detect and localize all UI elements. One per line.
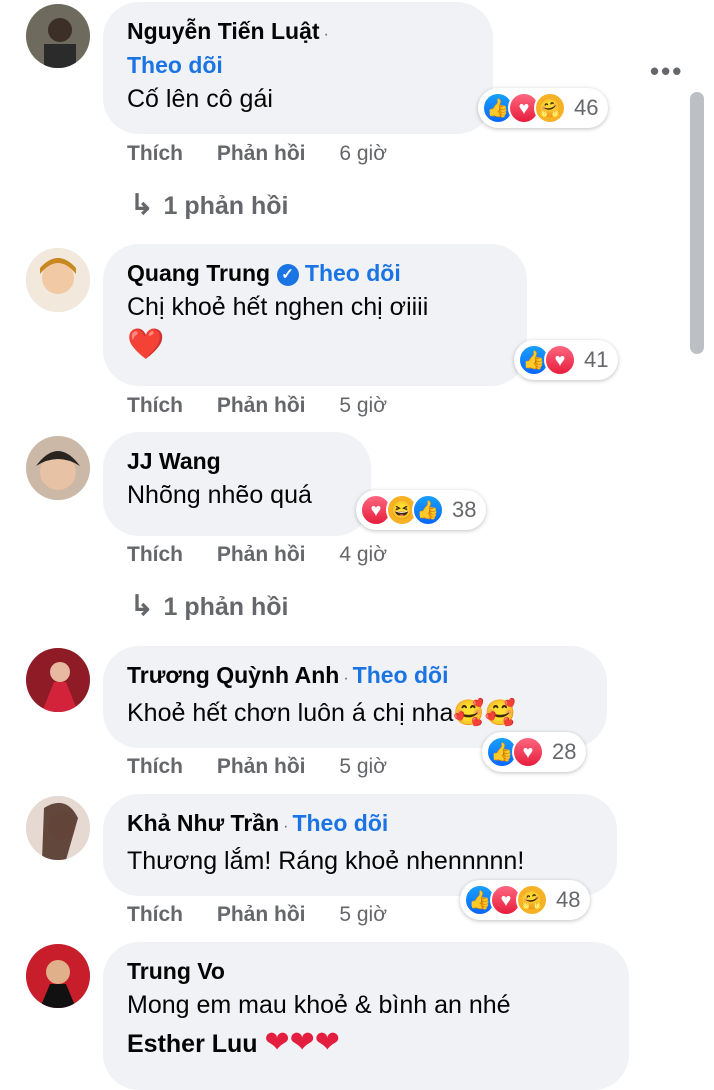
comment-text: Cố lên cô gái <box>127 85 273 113</box>
timestamp[interactable]: 4 giờ <box>339 543 387 566</box>
reply-arrow-icon: ↳ <box>130 189 154 220</box>
author-name[interactable]: Trung Vo <box>127 958 225 984</box>
heart-emojis: ❤❤❤ <box>264 1026 340 1059</box>
separator-dot: · <box>283 818 289 835</box>
timestamp[interactable]: 5 giờ <box>339 755 387 778</box>
follow-link[interactable]: Theo dõi <box>127 52 223 78</box>
timestamp[interactable]: 6 giờ <box>339 142 387 165</box>
comment-actions: Thích Phản hồi 5 giờ <box>127 755 415 779</box>
like-icon: 👍 <box>412 494 444 526</box>
follow-link[interactable]: Theo dõi <box>353 662 449 688</box>
comment-actions: Thích Phản hồi 4 giờ <box>127 543 415 567</box>
reply-button[interactable]: Phản hồi <box>217 903 306 926</box>
reaction-summary[interactable]: 👍 ♥ 28 <box>482 732 587 772</box>
author-name[interactable]: Khả Như Trần <box>127 810 279 836</box>
comment-text: Nhõng nhẽo quá <box>127 481 312 509</box>
love-icon: ♥ <box>544 344 576 376</box>
reaction-count: 41 <box>584 347 609 372</box>
scrollbar[interactable] <box>690 92 704 354</box>
replies-count[interactable]: 1 phản hồi <box>163 593 288 621</box>
reaction-count: 38 <box>452 497 477 522</box>
like-button[interactable]: Thích <box>127 755 183 778</box>
more-options-icon[interactable]: ••• <box>650 56 683 87</box>
avatar[interactable] <box>26 4 90 68</box>
reaction-summary[interactable]: 👍 ♥ 🤗 46 <box>478 88 609 128</box>
reply-button[interactable]: Phản hồi <box>217 755 306 778</box>
avatar[interactable] <box>26 248 90 312</box>
comment-bubble: JJ Wang Nhõng nhẽo quá <box>103 432 371 536</box>
author-name[interactable]: JJ Wang <box>127 448 221 474</box>
avatar[interactable] <box>26 796 90 860</box>
like-button[interactable]: Thích <box>127 142 183 165</box>
reaction-count: 28 <box>552 739 577 764</box>
avatar[interactable] <box>26 436 90 500</box>
comment-actions: Thích Phản hồi 5 giờ <box>127 394 415 418</box>
like-button[interactable]: Thích <box>127 394 183 417</box>
reply-button[interactable]: Phản hồi <box>217 543 306 566</box>
like-button[interactable]: Thích <box>127 543 183 566</box>
care-icon: 🤗 <box>516 884 548 916</box>
timestamp[interactable]: 5 giờ <box>339 394 387 417</box>
comment-text: Chị khoẻ hết nghen chị ơiiii <box>127 293 429 321</box>
comment-text: Khoẻ hết chơn luôn á chị nha🥰🥰 <box>127 699 516 727</box>
care-icon: 🤗 <box>534 92 566 124</box>
comment-actions: Thích Phản hồi 6 giờ <box>127 142 415 166</box>
follow-link[interactable]: Theo dõi <box>305 260 401 286</box>
reaction-summary[interactable]: ♥ 😆 👍 38 <box>356 490 487 530</box>
mention-link[interactable]: Esther Luu <box>127 1030 258 1058</box>
reply-button[interactable]: Phản hồi <box>217 142 306 165</box>
comment-text: Thương lắm! Ráng khoẻ nhennnnn! <box>127 847 525 875</box>
reply-arrow-icon: ↳ <box>130 590 154 621</box>
author-name[interactable]: Nguyễn Tiến Luật <box>127 18 320 44</box>
like-button[interactable]: Thích <box>127 903 183 926</box>
love-icon: ♥ <box>512 736 544 768</box>
comment-emoji: ❤️ <box>127 328 165 361</box>
comment-bubble: Nguyễn Tiến Luật · Theo dõi Cố lên cô gái <box>103 2 493 134</box>
reaction-count: 46 <box>574 95 599 120</box>
comment-bubble: Trung Vo Mong em mau khoẻ & bình an nhé … <box>103 942 629 1090</box>
author-name[interactable]: Quang Trung <box>127 260 270 286</box>
follow-link[interactable]: Theo dõi <box>292 810 388 836</box>
separator-dot: · <box>323 26 329 43</box>
reaction-summary[interactable]: 👍 ♥ 41 <box>514 340 619 380</box>
reaction-count: 48 <box>556 887 581 912</box>
verified-badge-icon: ✓ <box>276 263 299 286</box>
view-replies[interactable]: ↳ 1 phản hồi <box>130 188 288 221</box>
avatar[interactable] <box>26 944 90 1008</box>
comment-text: Mong em mau khoẻ & bình an nhé <box>127 991 511 1019</box>
reaction-summary[interactable]: 👍 ♥ 🤗 48 <box>460 880 591 920</box>
reply-button[interactable]: Phản hồi <box>217 394 306 417</box>
separator-dot: · <box>343 670 349 687</box>
timestamp[interactable]: 5 giờ <box>339 903 387 926</box>
comment-bubble: Quang Trung ✓ Theo dõi Chị khoẻ hết nghe… <box>103 244 527 386</box>
replies-count[interactable]: 1 phản hồi <box>163 192 288 220</box>
avatar[interactable] <box>26 648 90 712</box>
author-name[interactable]: Trương Quỳnh Anh <box>127 662 339 688</box>
comment-actions: Thích Phản hồi 5 giờ <box>127 903 415 927</box>
view-replies[interactable]: ↳ 1 phản hồi <box>130 589 288 622</box>
